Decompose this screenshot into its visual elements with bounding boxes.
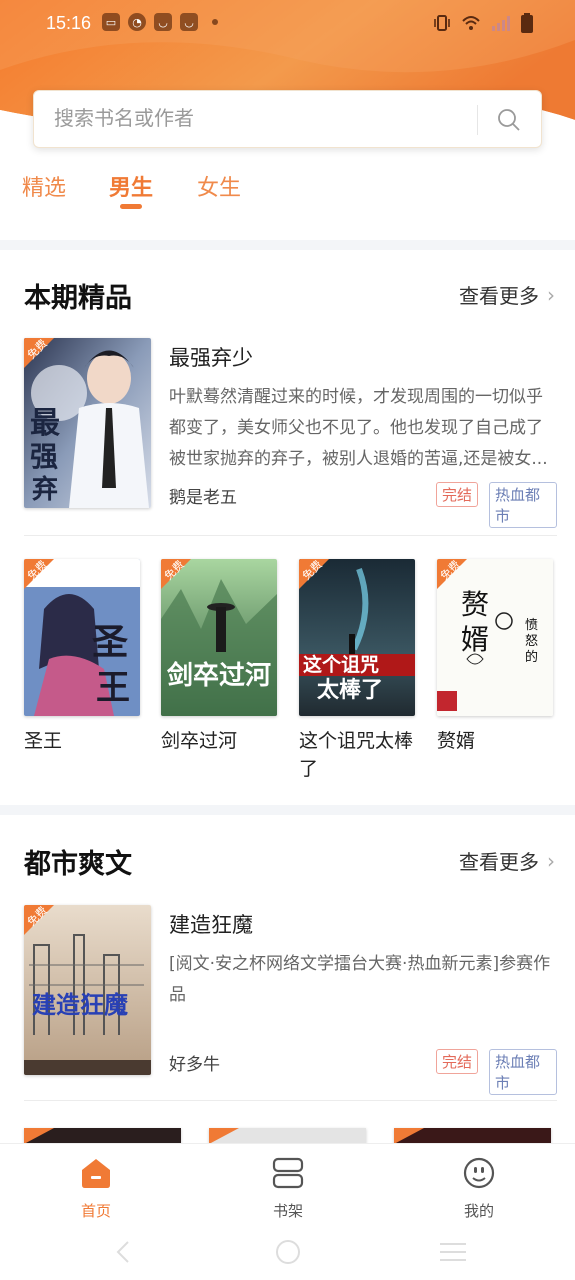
- section-title-premium: 本期精品: [24, 283, 132, 314]
- status-tag: 完结: [436, 1049, 479, 1074]
- bottom-navigation: 首页 书架 我的: [0, 1143, 575, 1225]
- vibrate-icon: [434, 15, 450, 31]
- svg-text:的: 的: [525, 649, 538, 665]
- section-more-link[interactable]: 查看更多 ›: [459, 280, 555, 309]
- tab-featured[interactable]: 精选: [22, 170, 66, 202]
- svg-text:太棒了: 太棒了: [317, 678, 383, 703]
- home-icon: [82, 1159, 110, 1188]
- chevron-right-icon: ›: [547, 282, 555, 307]
- nav-home[interactable]: 首页: [56, 1156, 136, 1221]
- svg-text:圣: 圣: [92, 621, 128, 663]
- nav-bookshelf-label: 书架: [272, 1202, 303, 1220]
- system-navigation-bar: [0, 1225, 575, 1280]
- svg-text:王: 王: [96, 668, 130, 708]
- book-cover[interactable]: 剑卒过河 免费: [161, 559, 277, 716]
- category-tag: 热血都市: [489, 1049, 557, 1095]
- grid-book-title[interactable]: 圣王: [24, 727, 144, 755]
- system-status-icons: [433, 13, 533, 33]
- book-cover[interactable]: 建造狂魔 免费: [24, 905, 151, 1075]
- more-notifications-dot: [212, 19, 218, 25]
- section-divider: [0, 805, 575, 815]
- shopping-bag-icon-2: ◡: [180, 13, 198, 31]
- svg-text:怒: 怒: [525, 634, 538, 649]
- nav-profile[interactable]: 我的: [439, 1156, 519, 1221]
- svg-text:弃: 弃: [32, 474, 58, 505]
- category-tag: 热血都市: [489, 482, 557, 528]
- tab-female[interactable]: 女生: [197, 170, 241, 202]
- svg-text:愤: 愤: [525, 618, 538, 633]
- svg-text:婿: 婿: [461, 623, 489, 656]
- search-separator: [477, 105, 478, 135]
- signal-icon: [492, 16, 510, 31]
- svg-text:建造狂魔: 建造狂魔: [32, 990, 128, 1019]
- featured-book[interactable]: 最 强 弃 免费 最强弃少 叶默蓦然清醒过来的时候，才发现周围的一切似乎都变了，…: [24, 338, 557, 528]
- category-tabs: 精选 男生 女生: [0, 166, 575, 216]
- book-cover[interactable]: 赘 婿 愤 怒 的 免费: [437, 559, 553, 716]
- chevron-right-icon: ›: [547, 848, 555, 873]
- book-title[interactable]: 最强弃少: [169, 342, 253, 372]
- bookstore-home-page: 15:16 ▭ ◔ ◡ ◡ 搜索书名或作者 精选 男生 女生 本期精品 查看更多…: [0, 0, 575, 1280]
- svg-text:强: 强: [30, 440, 58, 473]
- battery-icon: [521, 13, 533, 33]
- book-cover[interactable]: [209, 1128, 366, 1144]
- status-tag: 完结: [436, 482, 479, 507]
- book-cover[interactable]: 最 强 弃 免费: [24, 338, 151, 508]
- tab-male[interactable]: 男生: [109, 170, 153, 202]
- svg-text:最: 最: [30, 406, 60, 441]
- status-bar: 15:16 ▭ ◔ ◡ ◡: [0, 0, 575, 48]
- grid-book-title[interactable]: 赘婿: [437, 727, 557, 755]
- menu-icon: [440, 1243, 466, 1261]
- featured-book[interactable]: 建造狂魔 免费 建造狂魔 [阅文·安之杯网络文学擂台大赛·热血新元素]参赛作品 …: [24, 905, 557, 1095]
- notification-icons: ▭ ◔ ◡ ◡: [102, 13, 218, 31]
- search-bar[interactable]: [33, 90, 542, 148]
- svg-text:这个诅咒: 这个诅咒: [303, 653, 379, 676]
- section-divider: [0, 240, 575, 250]
- status-time: 15:16: [46, 13, 92, 33]
- search-icon[interactable]: [497, 108, 521, 132]
- shopping-bag-icon: ◡: [154, 13, 172, 31]
- vivo-app-icon: ▭: [102, 13, 120, 31]
- bookshelf-icon: [272, 1157, 304, 1189]
- back-icon: [116, 1241, 129, 1263]
- section-title-urban: 都市爽文: [24, 849, 132, 880]
- book-title[interactable]: 建造狂魔: [169, 909, 253, 939]
- more-link-label: 查看更多: [459, 284, 539, 308]
- book-cover[interactable]: 圣 王 免费: [24, 559, 140, 716]
- row-divider: [24, 535, 557, 536]
- nav-bookshelf[interactable]: 书架: [248, 1156, 328, 1221]
- book-cover[interactable]: [24, 1128, 181, 1144]
- search-input[interactable]: [54, 106, 454, 130]
- wifi-icon: [462, 16, 480, 30]
- grid-book-title[interactable]: 剑卒过河: [161, 727, 281, 755]
- row-divider: [24, 1100, 557, 1101]
- grid-book-title[interactable]: 这个诅咒太棒了: [299, 727, 419, 783]
- book-author: 好多牛: [169, 1055, 220, 1075]
- active-tab-indicator: [120, 204, 142, 209]
- book-description: 叶默蓦然清醒过来的时候，才发现周围的一切似乎都变了，美女师父也不见了。他也发现了…: [169, 387, 548, 469]
- music-app-icon: ◔: [128, 13, 146, 31]
- nav-home-label: 首页: [80, 1202, 111, 1220]
- book-description: [阅文·安之杯网络文学擂台大赛·热血新元素]参赛作品: [169, 954, 551, 1005]
- home-button-icon: [276, 1240, 300, 1264]
- nav-profile-label: 我的: [463, 1202, 494, 1220]
- more-link-label: 查看更多: [459, 850, 539, 874]
- svg-text:剑卒过河: 剑卒过河: [167, 660, 271, 691]
- book-cover[interactable]: 这个诅咒 太棒了 免费: [299, 559, 415, 716]
- profile-icon: [463, 1157, 495, 1189]
- book-cover[interactable]: [394, 1128, 551, 1144]
- svg-text:赘: 赘: [461, 588, 489, 621]
- book-author: 鹅是老五: [169, 488, 237, 508]
- section-more-link[interactable]: 查看更多 ›: [459, 846, 555, 875]
